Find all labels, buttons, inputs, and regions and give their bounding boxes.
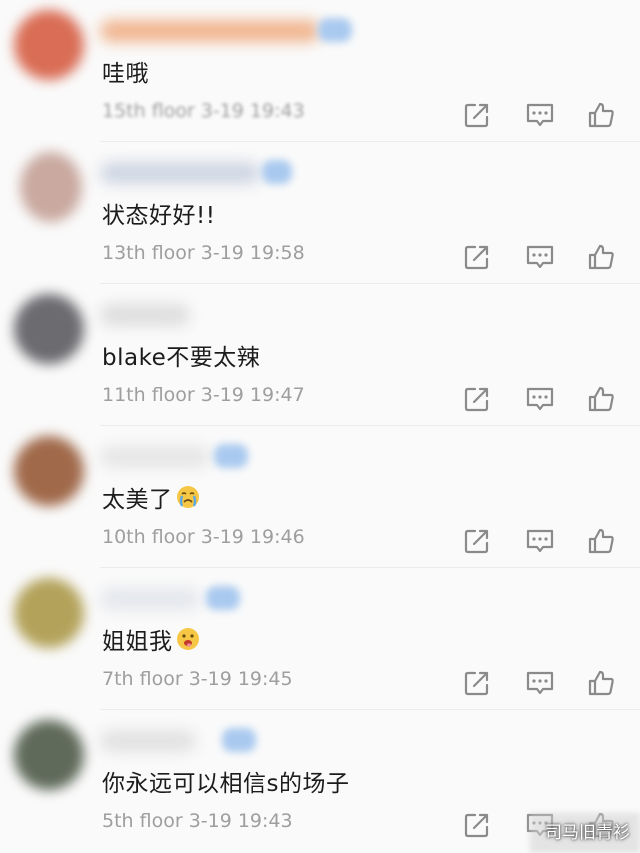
comment-text-value: 太美了 <box>102 487 173 513</box>
user-badge <box>206 586 240 610</box>
comment-text-value: blake不要太辣 <box>102 345 261 371</box>
comment-meta: 15th floor 3-19 19:43 <box>102 100 305 122</box>
reply-button[interactable] <box>524 526 556 556</box>
comment-list: 哇哦 15th floor 3-19 19:43 状态好好!! 13th flo… <box>0 0 640 853</box>
user-badge <box>214 444 248 468</box>
comment-actions <box>462 668 622 698</box>
comment-icon <box>526 245 554 269</box>
avatar[interactable] <box>14 436 84 506</box>
reply-button[interactable] <box>524 384 556 414</box>
comment-actions <box>462 242 622 272</box>
like-button[interactable] <box>586 242 618 272</box>
thumbs-up-icon <box>588 244 614 270</box>
username-blurred[interactable] <box>100 162 260 184</box>
like-button[interactable] <box>586 384 618 414</box>
thumbs-up-icon <box>588 102 614 128</box>
comment-text-value: 你永远可以相信s的场子 <box>102 771 350 797</box>
comment-text-value: 姐姐我 <box>102 629 173 655</box>
comment-meta: 5th floor 3-19 19:43 <box>102 810 293 832</box>
comment-item: 哇哦 15th floor 3-19 19:43 <box>0 0 640 142</box>
avatar[interactable] <box>14 720 84 790</box>
avatar[interactable] <box>20 152 82 222</box>
comment-item: 状态好好!! 13th floor 3-19 19:58 <box>0 142 640 284</box>
user-badge <box>262 160 292 184</box>
comment-meta: 7th floor 3-19 19:45 <box>102 668 293 690</box>
share-button[interactable] <box>462 526 494 556</box>
crying-face-emoji <box>175 484 201 516</box>
avatar[interactable] <box>14 294 84 364</box>
username-blurred[interactable] <box>100 304 190 326</box>
comment-text: 状态好好!! <box>102 196 215 230</box>
share-icon <box>464 529 489 554</box>
comment-actions <box>462 384 622 414</box>
comment-text: 你永远可以相信s的场子 <box>102 764 349 798</box>
watermark: 司马旧青衫 <box>545 823 630 843</box>
comment-text: 太美了 <box>102 480 201 516</box>
comment-item: 太美了 10th floor 3-19 19:46 <box>0 426 640 568</box>
username-blurred[interactable] <box>100 446 210 468</box>
user-badge <box>222 728 256 752</box>
comment-text-value: 哇哦 <box>102 61 149 87</box>
user-badge <box>318 18 352 42</box>
avatar[interactable] <box>14 578 84 648</box>
share-button[interactable] <box>462 100 494 130</box>
username-blurred[interactable] <box>100 588 200 610</box>
share-button[interactable] <box>462 242 494 272</box>
comment-text: 哇哦 <box>102 54 149 88</box>
comment-meta: 13th floor 3-19 19:58 <box>102 242 305 264</box>
username-blurred[interactable] <box>100 20 320 42</box>
comment-item: blake不要太辣 11th floor 3-19 19:47 <box>0 284 640 426</box>
comment-text-value: 状态好好!! <box>102 203 216 229</box>
thumbs-up-icon <box>588 386 614 412</box>
comment-actions <box>462 100 622 130</box>
username-blurred[interactable] <box>100 730 196 752</box>
comment-meta: 11th floor 3-19 19:47 <box>102 384 305 406</box>
share-icon <box>464 103 489 128</box>
comment-item: 姐姐我 7th floor 3-19 19:45 <box>0 568 640 710</box>
like-button[interactable] <box>586 668 618 698</box>
drooling-face-emoji <box>175 626 201 658</box>
reply-button[interactable] <box>524 100 556 130</box>
comment-icon <box>526 103 554 127</box>
comment-icon <box>526 671 554 695</box>
thumbs-up-icon <box>588 528 614 554</box>
like-button[interactable] <box>586 526 618 556</box>
share-button[interactable] <box>462 810 494 840</box>
share-icon <box>464 813 489 838</box>
avatar[interactable] <box>14 10 84 80</box>
comment-text: blake不要太辣 <box>102 338 260 372</box>
thumbs-up-icon <box>588 670 614 696</box>
comment-actions <box>462 526 622 556</box>
share-icon <box>464 671 489 696</box>
comment-icon <box>526 387 554 411</box>
comment-icon <box>526 529 554 553</box>
reply-button[interactable] <box>524 242 556 272</box>
comment-meta: 10th floor 3-19 19:46 <box>102 526 305 548</box>
share-button[interactable] <box>462 384 494 414</box>
like-button[interactable] <box>586 100 618 130</box>
share-icon <box>464 387 489 412</box>
reply-button[interactable] <box>524 668 556 698</box>
share-button[interactable] <box>462 668 494 698</box>
comment-text: 姐姐我 <box>102 622 201 658</box>
share-icon <box>464 245 489 270</box>
